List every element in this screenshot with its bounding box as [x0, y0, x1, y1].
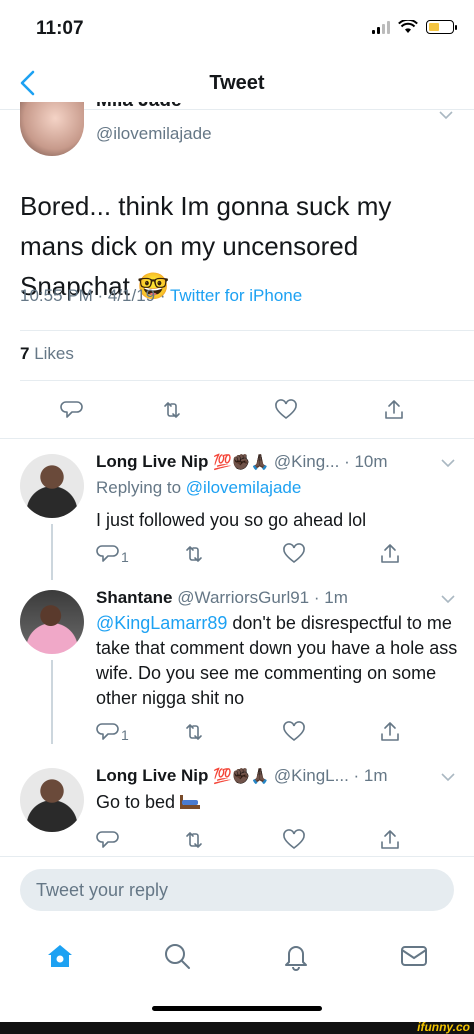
main-tweet-actions [0, 394, 474, 430]
status-time: 11:07 [36, 18, 84, 39]
mail-icon[interactable] [394, 936, 434, 976]
status-icons [372, 20, 457, 34]
chevron-down-icon[interactable] [440, 594, 456, 604]
reply-time: · 1m [348, 766, 388, 785]
page-title: Tweet [209, 72, 265, 94]
reply-text: @KingLamarr89 don't be disrespectful to … [96, 613, 458, 708]
share-icon[interactable] [382, 394, 414, 426]
heart-icon[interactable] [282, 538, 314, 570]
likes-count[interactable]: 7 Likes [20, 344, 74, 364]
reply-count: 1 [121, 549, 129, 565]
home-icon[interactable] [40, 936, 80, 976]
tweet-timestamp: 10:55 PM · 4/1/19 · [20, 286, 170, 305]
chevron-down-icon[interactable] [438, 110, 454, 120]
heart-icon[interactable] [282, 824, 314, 856]
retweet-icon[interactable] [182, 716, 214, 748]
author-handle[interactable]: @KingL... [274, 766, 349, 785]
reply-header: Long Live Nip 💯✊🏿🙏🏿 @King... · 10m [96, 452, 388, 472]
author-name[interactable]: Long Live Nip [96, 452, 208, 471]
share-icon[interactable] [378, 538, 410, 570]
share-icon[interactable] [378, 824, 410, 856]
wifi-icon [398, 20, 418, 33]
reply-header: Long Live Nip 💯✊🏿🙏🏿 @KingL... · 1m [96, 766, 388, 786]
author-handle[interactable]: @ilovemilajade [96, 124, 212, 144]
avatar[interactable] [20, 102, 84, 156]
divider [0, 438, 474, 439]
chevron-down-icon[interactable] [440, 458, 456, 468]
search-icon[interactable] [157, 936, 197, 976]
heart-icon[interactable] [274, 394, 306, 426]
watermark: ifunny.co [417, 1020, 470, 1034]
reply-actions [0, 824, 474, 860]
tweet-meta: 10:55 PM · 4/1/19 · Twitter for iPhone [20, 286, 302, 306]
divider [20, 330, 474, 331]
author-name[interactable]: Shantane [96, 588, 173, 607]
retweet-icon[interactable] [160, 394, 192, 426]
reply-composer: Tweet your reply [0, 856, 474, 924]
retweet-icon[interactable] [182, 824, 214, 856]
reply-actions: 1 [0, 538, 474, 574]
author-name[interactable]: Long Live Nip [96, 766, 208, 785]
replying-to: Replying to @ilovemilajade [96, 478, 302, 497]
reply-icon[interactable]: 1 [96, 538, 136, 570]
retweet-icon[interactable] [182, 538, 214, 570]
reply-input[interactable]: Tweet your reply [20, 869, 454, 911]
divider [20, 380, 474, 381]
reply-text: Go to bed [96, 790, 460, 815]
avatar[interactable] [20, 454, 84, 518]
heart-icon[interactable] [282, 716, 314, 748]
avatar[interactable] [20, 590, 84, 654]
share-icon[interactable] [378, 716, 410, 748]
avatar[interactable] [20, 768, 84, 832]
tweet-source-link[interactable]: Twitter for iPhone [170, 286, 302, 305]
footer-strip [0, 1022, 474, 1034]
reply-time: · 10m [339, 452, 388, 471]
home-indicator [152, 1006, 322, 1011]
reply-actions: 1 [0, 716, 474, 752]
reply-header: Shantane @WarriorsGurl91 · 1m [96, 588, 348, 608]
chevron-down-icon[interactable] [440, 772, 456, 782]
author-handle[interactable]: @WarriorsGurl91 [177, 588, 309, 607]
reply-count: 1 [121, 727, 129, 743]
bed-emoji-icon [180, 795, 201, 809]
reply-icon[interactable]: 1 [96, 716, 136, 748]
reply-icon[interactable] [60, 394, 92, 426]
status-bar: 11:07 [0, 0, 474, 56]
reply-text: I just followed you so go ahead lol [96, 510, 367, 530]
name-emojis: 💯✊🏿🙏🏿 [213, 768, 270, 785]
reply-icon[interactable] [96, 824, 128, 856]
reply-time: · 1m [309, 588, 348, 607]
author-handle[interactable]: @King... [274, 452, 339, 471]
tab-bar [0, 924, 474, 1000]
bell-icon[interactable] [276, 936, 316, 976]
battery-icon [426, 20, 457, 34]
replying-to-link[interactable]: @ilovemilajade [186, 478, 302, 497]
author-name[interactable]: Mila Jade [96, 102, 182, 114]
name-emojis: 💯✊🏿🙏🏿 [213, 454, 270, 471]
signal-icon [372, 20, 390, 34]
mention-link[interactable]: @KingLamarr89 [96, 613, 227, 633]
